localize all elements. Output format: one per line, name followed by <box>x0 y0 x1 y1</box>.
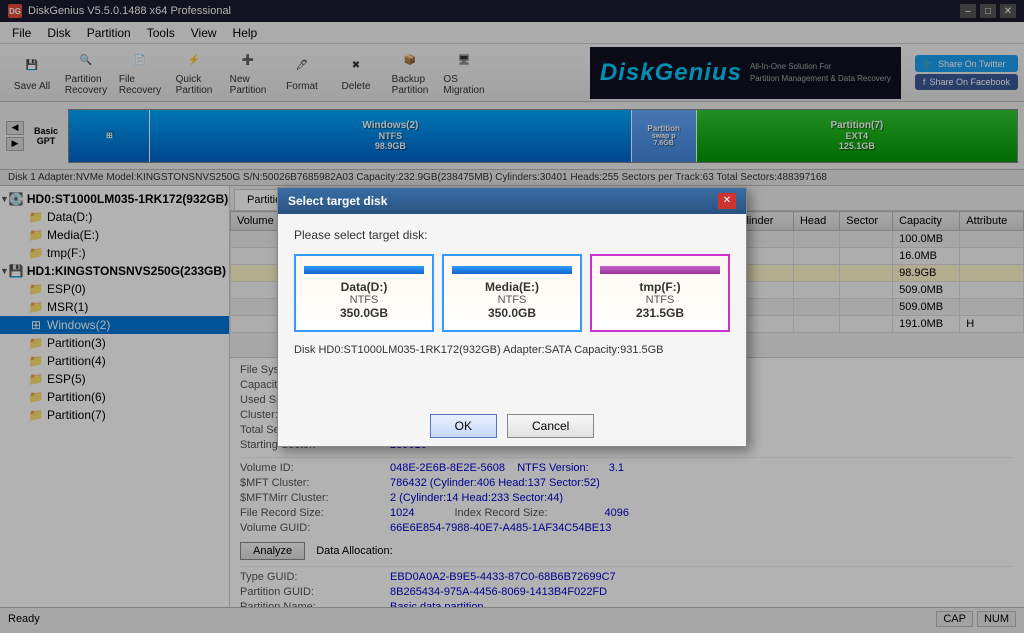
modal-overlay: Select target disk ✕ Please select targe… <box>0 0 1024 633</box>
modal-body: Please select target disk: Data(D:) NTFS… <box>278 214 746 406</box>
option-name-data-d: Data(D:) <box>304 280 424 294</box>
modal-cancel-button[interactable]: Cancel <box>507 414 594 438</box>
modal-title: Select target disk <box>288 194 387 208</box>
option-fs-data-d: NTFS <box>304 294 424 306</box>
modal-ok-button[interactable]: OK <box>430 414 497 438</box>
option-fs-tmp-f: NTFS <box>600 294 720 306</box>
select-target-disk-modal: Select target disk ✕ Please select targe… <box>277 187 747 447</box>
modal-disk-info: Disk HD0:ST1000LM035-1RK172(932GB) Adapt… <box>294 344 730 356</box>
disk-option-media-e[interactable]: Media(E:) NTFS 350.0GB <box>442 254 582 332</box>
option-name-media-e: Media(E:) <box>452 280 572 294</box>
disk-option-tmp-f[interactable]: tmp(F:) NTFS 231.5GB <box>590 254 730 332</box>
modal-prompt: Please select target disk: <box>294 228 730 242</box>
disk-options-container: Data(D:) NTFS 350.0GB Media(E:) NTFS 350… <box>294 254 730 332</box>
modal-titlebar: Select target disk ✕ <box>278 188 746 214</box>
option-size-tmp-f: 231.5GB <box>600 306 720 320</box>
modal-close-button[interactable]: ✕ <box>718 193 736 209</box>
option-name-tmp-f: tmp(F:) <box>600 280 720 294</box>
option-bar-tmp-f <box>600 266 720 274</box>
disk-option-data-d[interactable]: Data(D:) NTFS 350.0GB <box>294 254 434 332</box>
option-size-media-e: 350.0GB <box>452 306 572 320</box>
option-size-data-d: 350.0GB <box>304 306 424 320</box>
option-bar-media-e <box>452 266 572 274</box>
modal-buttons: OK Cancel <box>278 406 746 446</box>
option-bar-data-d <box>304 266 424 274</box>
option-fs-media-e: NTFS <box>452 294 572 306</box>
